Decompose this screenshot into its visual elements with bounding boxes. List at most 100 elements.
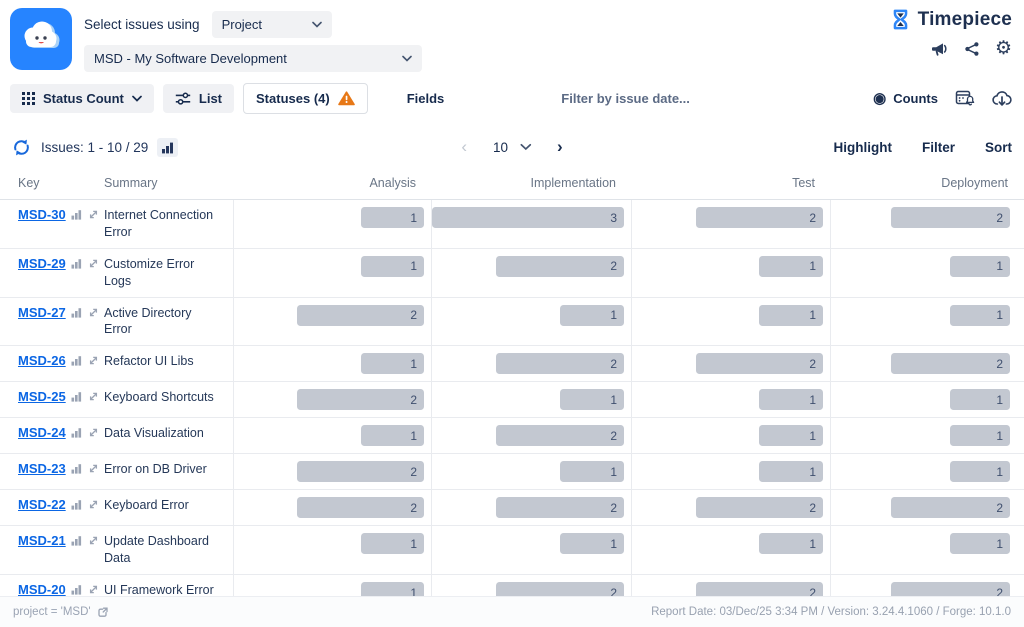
expand-diagonal-icon — [87, 426, 100, 439]
issue-chart-button[interactable] — [71, 209, 82, 220]
issue-expand-button[interactable] — [87, 390, 100, 403]
table-row: MSD-21 Update Dashboard Data 1 1 — [0, 526, 1024, 575]
settings-gear-icon[interactable]: ⚙ — [995, 40, 1012, 58]
chevron-down-icon — [312, 21, 322, 28]
issue-expand-button[interactable] — [87, 462, 100, 475]
issue-chart-button[interactable] — [71, 584, 82, 595]
issue-chart-button[interactable] — [71, 427, 82, 438]
expand-diagonal-icon — [87, 354, 100, 367]
count-bar: 1 — [560, 533, 624, 554]
project-dropdown[interactable]: MSD - My Software Development — [84, 45, 422, 72]
highlight-button[interactable]: Highlight — [834, 140, 892, 155]
count-bar: 1 — [560, 305, 624, 326]
issue-key-link[interactable]: MSD-25 — [18, 389, 66, 404]
count-cell-deployment: 1 — [831, 382, 1024, 417]
count-bar: 2 — [297, 497, 424, 518]
issue-key-link[interactable]: MSD-29 — [18, 256, 66, 271]
count-cell-deployment: 1 — [831, 454, 1024, 489]
issue-key-link[interactable]: MSD-23 — [18, 461, 66, 476]
expand-diagonal-icon — [87, 257, 100, 270]
issue-chart-button[interactable] — [71, 499, 82, 510]
announcements-button[interactable] — [931, 41, 949, 57]
filter-button[interactable]: Filter — [922, 140, 955, 155]
count-bar: 1 — [759, 425, 823, 446]
issue-key-link[interactable]: MSD-24 — [18, 425, 66, 440]
issue-key-link[interactable]: MSD-22 — [18, 497, 66, 512]
sort-button[interactable]: Sort — [985, 140, 1012, 155]
project-dropdown-value: MSD - My Software Development — [94, 51, 287, 66]
bar-chart-icon — [71, 535, 82, 546]
issue-chart-button[interactable] — [71, 355, 82, 366]
issue-chart-button[interactable] — [71, 391, 82, 402]
cloud-smiley-icon — [18, 19, 64, 59]
issue-expand-button[interactable] — [87, 426, 100, 439]
issue-chart-button[interactable] — [71, 258, 82, 269]
issue-key-link[interactable]: MSD-27 — [18, 305, 66, 320]
issue-expand-button[interactable] — [87, 257, 100, 270]
page-size-dropdown[interactable]: 10 — [493, 140, 531, 155]
count-bar: 1 — [759, 256, 823, 277]
issue-expand-button[interactable] — [87, 354, 100, 367]
jql-link[interactable]: project = 'MSD' — [13, 606, 109, 619]
issue-expand-button[interactable] — [87, 306, 100, 319]
count-cell-deployment: 1 — [831, 526, 1024, 574]
issue-key-link[interactable]: MSD-30 — [18, 207, 66, 222]
issue-source-mode-dropdown[interactable]: Project — [212, 11, 332, 38]
refresh-button[interactable] — [12, 138, 31, 157]
column-header-summary: Summary — [104, 170, 234, 199]
count-bar: 1 — [361, 207, 424, 228]
issue-expand-button[interactable] — [87, 208, 100, 221]
key-cell: MSD-21 — [0, 526, 104, 555]
count-cell-test: 1 — [632, 249, 831, 297]
key-cell: MSD-23 — [0, 454, 104, 483]
count-cell-test: 2 — [632, 490, 831, 525]
pagination: ‹ 10 › — [461, 137, 562, 157]
count-bar: 2 — [297, 389, 424, 410]
count-cell-deployment: 1 — [831, 298, 1024, 346]
count-bar: 1 — [560, 461, 624, 482]
issues-chart-button[interactable] — [157, 138, 178, 157]
counts-toggle-button[interactable]: ◉ Counts — [873, 89, 938, 107]
count-cell-deployment: 2 — [831, 346, 1024, 381]
jql-text: project = 'MSD' — [13, 606, 91, 618]
next-page-button[interactable]: › — [557, 137, 563, 157]
issue-key-link[interactable]: MSD-21 — [18, 533, 66, 548]
calendar-bell-icon — [955, 89, 975, 107]
report-type-button[interactable]: Status Count — [10, 84, 154, 113]
count-cell-test: 1 — [632, 298, 831, 346]
issue-chart-button[interactable] — [71, 535, 82, 546]
table-row: MSD-26 Refactor UI Libs 1 2 — [0, 346, 1024, 382]
issue-expand-button[interactable] — [87, 498, 100, 511]
export-button[interactable] — [992, 90, 1012, 107]
issue-chart-button[interactable] — [71, 463, 82, 474]
issue-key-link[interactable]: MSD-26 — [18, 353, 66, 368]
app-logo — [10, 8, 72, 70]
chevron-down-icon — [402, 55, 412, 62]
list-view-button[interactable]: List — [163, 84, 234, 113]
megaphone-icon — [931, 41, 949, 57]
bar-chart-icon — [71, 463, 82, 474]
count-cell-analysis: 2 — [234, 382, 432, 417]
count-cell-test: 1 — [632, 526, 831, 574]
bar-chart-icon — [71, 499, 82, 510]
issue-date-filter-input[interactable] — [561, 91, 721, 106]
count-bar: 1 — [950, 461, 1010, 482]
issue-expand-button[interactable] — [87, 583, 100, 596]
count-bar: 2 — [496, 425, 624, 446]
bar-chart-icon — [71, 355, 82, 366]
statuses-button[interactable]: Statuses (4) — [243, 83, 368, 114]
prev-page-button[interactable]: ‹ — [461, 137, 467, 157]
count-cell-test: 2 — [632, 346, 831, 381]
expand-diagonal-icon — [87, 390, 100, 403]
count-bar: 3 — [432, 207, 624, 228]
share-button[interactable] — [964, 41, 980, 57]
count-cell-implementation: 1 — [432, 454, 632, 489]
issue-expand-button[interactable] — [87, 534, 100, 547]
fields-button[interactable]: Fields — [395, 84, 457, 113]
issue-key-link[interactable]: MSD-20 — [18, 582, 66, 597]
report-footer: project = 'MSD' Report Date: 03/Dec/25 3… — [0, 596, 1024, 627]
key-cell: MSD-24 — [0, 418, 104, 447]
issue-chart-button[interactable] — [71, 307, 82, 318]
scheduled-report-button[interactable] — [955, 89, 975, 107]
count-bar: 1 — [759, 533, 823, 554]
